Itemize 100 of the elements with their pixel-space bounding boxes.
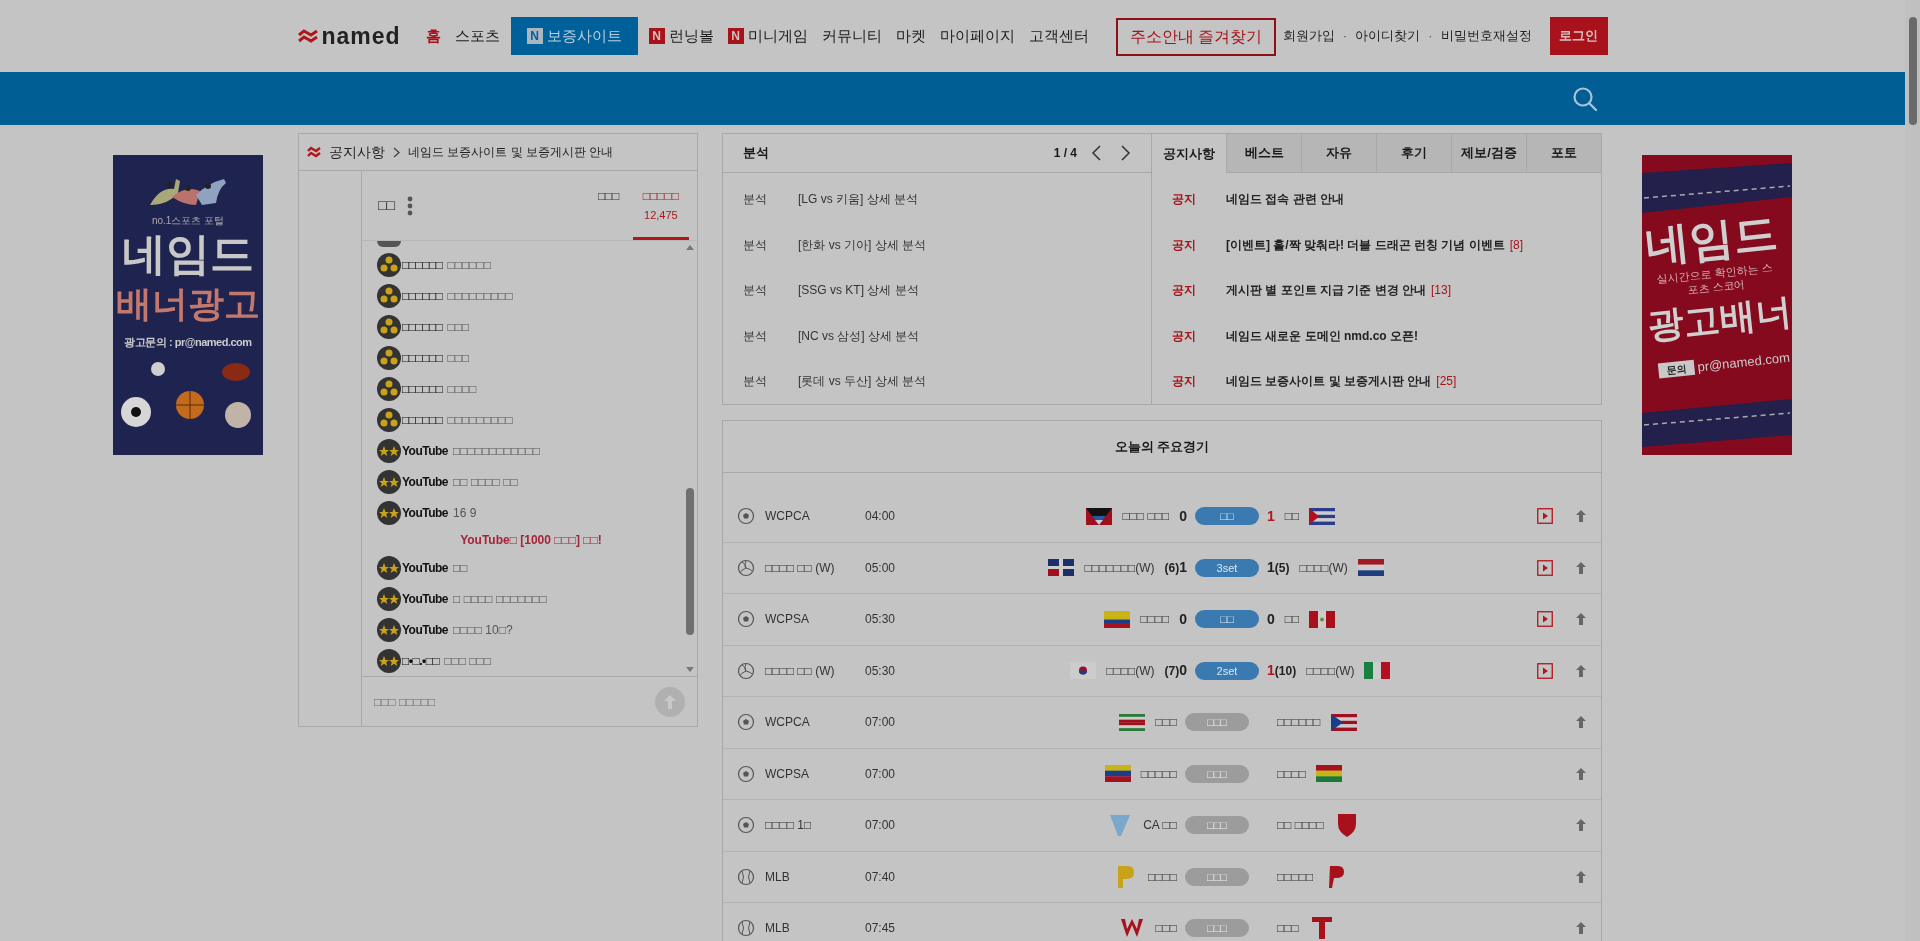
pin-icon[interactable] [1575,766,1587,781]
flag-icon [1364,662,1391,680]
chat-input-field[interactable]: □□□ □□□□□ [374,692,655,711]
account-link[interactable]: 회원가입 [1282,26,1335,46]
chat-username[interactable]: □□□□□□ [402,317,443,336]
comment-count: [25] [1436,373,1457,391]
league-name: WCPCA [765,508,811,526]
login-button[interactable]: 로그인 [1549,17,1608,55]
team-name: □□□□ [1140,611,1170,629]
post-link[interactable]: 게시판 별 포인트 지급 기준 변경 안내 [1226,281,1426,300]
post-link[interactable]: 네임드 보증사이트 및 보증게시판 안내 [1226,372,1432,391]
nav-link[interactable]: 마이페이지 [936,17,1018,55]
advertisement-banner[interactable]: 네임드 실시간으로 확인하는 스포츠 스코어 광고배너 문의 pr@named.com [1642,155,1792,455]
post-link[interactable]: [한화 vs 기아] 상세 분석 [798,235,926,254]
chat-tab[interactable]: □□□ [584,171,633,240]
nav-link[interactable]: 고객센터 [1025,17,1092,55]
score-text: 1 [1267,506,1275,526]
category-label: 분석 [743,282,768,300]
chat-username[interactable]: YouTube [402,503,449,522]
team-name: □□□□(W) [1299,559,1348,577]
match-time: 07:00 [865,817,897,835]
team-name: □□□□(W) [1306,662,1355,680]
post-link[interactable]: 네임드 접속 관련 안내 [1226,190,1344,209]
board-tab[interactable]: 제보/검증 [1451,134,1526,173]
chat-username[interactable]: □□□□□□ [402,286,443,305]
chat-username[interactable]: □•□.•□□ [402,651,440,670]
pin-icon[interactable] [1575,715,1587,730]
nav-link[interactable]: 스포츠 [451,17,503,55]
chat-username[interactable]: YouTube [402,558,449,577]
board-tab[interactable]: 후기 [1376,134,1451,173]
nav-link[interactable]: 홈 [422,17,444,55]
logo-text[interactable]: named [321,24,401,48]
nav-link[interactable]: 커뮤니티 [818,17,885,55]
soccer-ball-icon [737,507,755,526]
status-badge: □□□ [1185,764,1249,783]
status-badge: □□ [1195,507,1259,526]
search-icon[interactable] [1571,85,1598,112]
logo-icon[interactable] [297,29,318,43]
flag-icon [1309,610,1336,628]
bookmark-button[interactable]: 주소안내 즐겨찾기 [1115,18,1277,56]
board-tab[interactable]: 자유 [1301,134,1376,173]
post-link[interactable]: [SSG vs KT] 상세 분석 [798,281,919,300]
category-label: 분석 [743,373,768,391]
nav-link[interactable]: N 보증사이트 [510,17,638,55]
pin-icon[interactable] [1575,818,1587,833]
post-link[interactable]: [롯데 vs 두산] 상세 분석 [798,372,926,391]
team-name: □□□□□ [1277,868,1314,886]
chat-username[interactable]: YouTube [402,472,449,491]
rank-badge-icon [377,241,401,247]
chat-username[interactable]: YouTube [402,589,449,608]
score-text: 0 [1179,506,1187,526]
flag-icon [1330,713,1357,731]
next-icon[interactable] [1119,144,1131,161]
pin-icon[interactable] [1575,869,1587,884]
league-name: MLB [765,868,791,886]
status-badge: 3set [1195,558,1259,577]
pin-icon[interactable] [1575,560,1587,575]
pin-icon[interactable] [1575,921,1587,936]
board-tab[interactable]: 포토 [1526,134,1601,173]
chat-username[interactable]: □□□□□□ [402,410,443,429]
breadcrumb-link[interactable]: 공지사항 [329,141,385,163]
nav-link[interactable]: N 런닝볼 [645,17,717,55]
team-name: □□□ [1155,714,1177,732]
page-scrollbar[interactable] [1905,0,1920,941]
post-link[interactable]: [LG vs 키움] 상세 분석 [798,190,918,209]
set-score-text: (7) [1164,663,1180,681]
nav-link[interactable]: 마켓 [892,17,929,55]
play-icon[interactable] [1537,508,1553,525]
post-link[interactable]: [NC vs 삼성] 상세 분석 [798,326,920,345]
more-icon[interactable] [406,195,413,216]
chat-username[interactable]: YouTube [402,620,449,639]
account-link[interactable]: 비밀번호재설정 [1440,26,1532,46]
page-indicator: 1 / 4 [1053,144,1077,162]
match-time: 05:00 [865,559,897,577]
play-icon[interactable] [1537,559,1553,576]
board-tab[interactable]: 베스트 [1226,134,1301,173]
play-icon[interactable] [1537,662,1553,679]
category-label: 분석 [743,327,768,345]
post-link[interactable]: [이벤트] 홀/짝 맞춰라! 더블 드래곤 런칭 기념 이벤트 [1226,235,1505,254]
post-link[interactable]: 네임드 새로운 도메인 nmd.co 오픈! [1226,326,1418,345]
banner-title: 네임드 [122,232,254,276]
chat-message: □ □□□□ □□□□□□□ [453,590,547,608]
chat-username[interactable]: □□□□□□ [402,255,443,274]
play-icon[interactable] [1537,611,1553,628]
notice-tag: 공지 [1172,190,1226,209]
chat-username[interactable]: □□□□□□ [402,348,443,367]
pin-icon[interactable] [1575,612,1587,627]
previous-icon[interactable] [1091,144,1103,161]
pin-icon[interactable] [1575,509,1587,524]
chat-message: □□ □□□□ □□ [453,473,518,491]
advertisement-banner[interactable]: no.1스포츠 포털 네임드 배너광고 광고문의 : pr@named.com [113,155,263,455]
soccer-ball-icon [737,764,755,783]
chat-username[interactable]: □□□□□□ [402,379,443,398]
nav-link[interactable]: N 미니게임 [724,17,811,55]
breadcrumb-link[interactable]: 네임드 보증사이트 및 보증게시판 안내 [408,143,614,161]
flag-icon [1357,559,1384,577]
account-link[interactable]: 아이디찾기 [1355,26,1421,46]
chat-tab[interactable]: □□□□□ 12,475 [632,171,689,240]
pin-icon[interactable] [1575,663,1587,678]
chat-username[interactable]: YouTube [402,441,449,460]
